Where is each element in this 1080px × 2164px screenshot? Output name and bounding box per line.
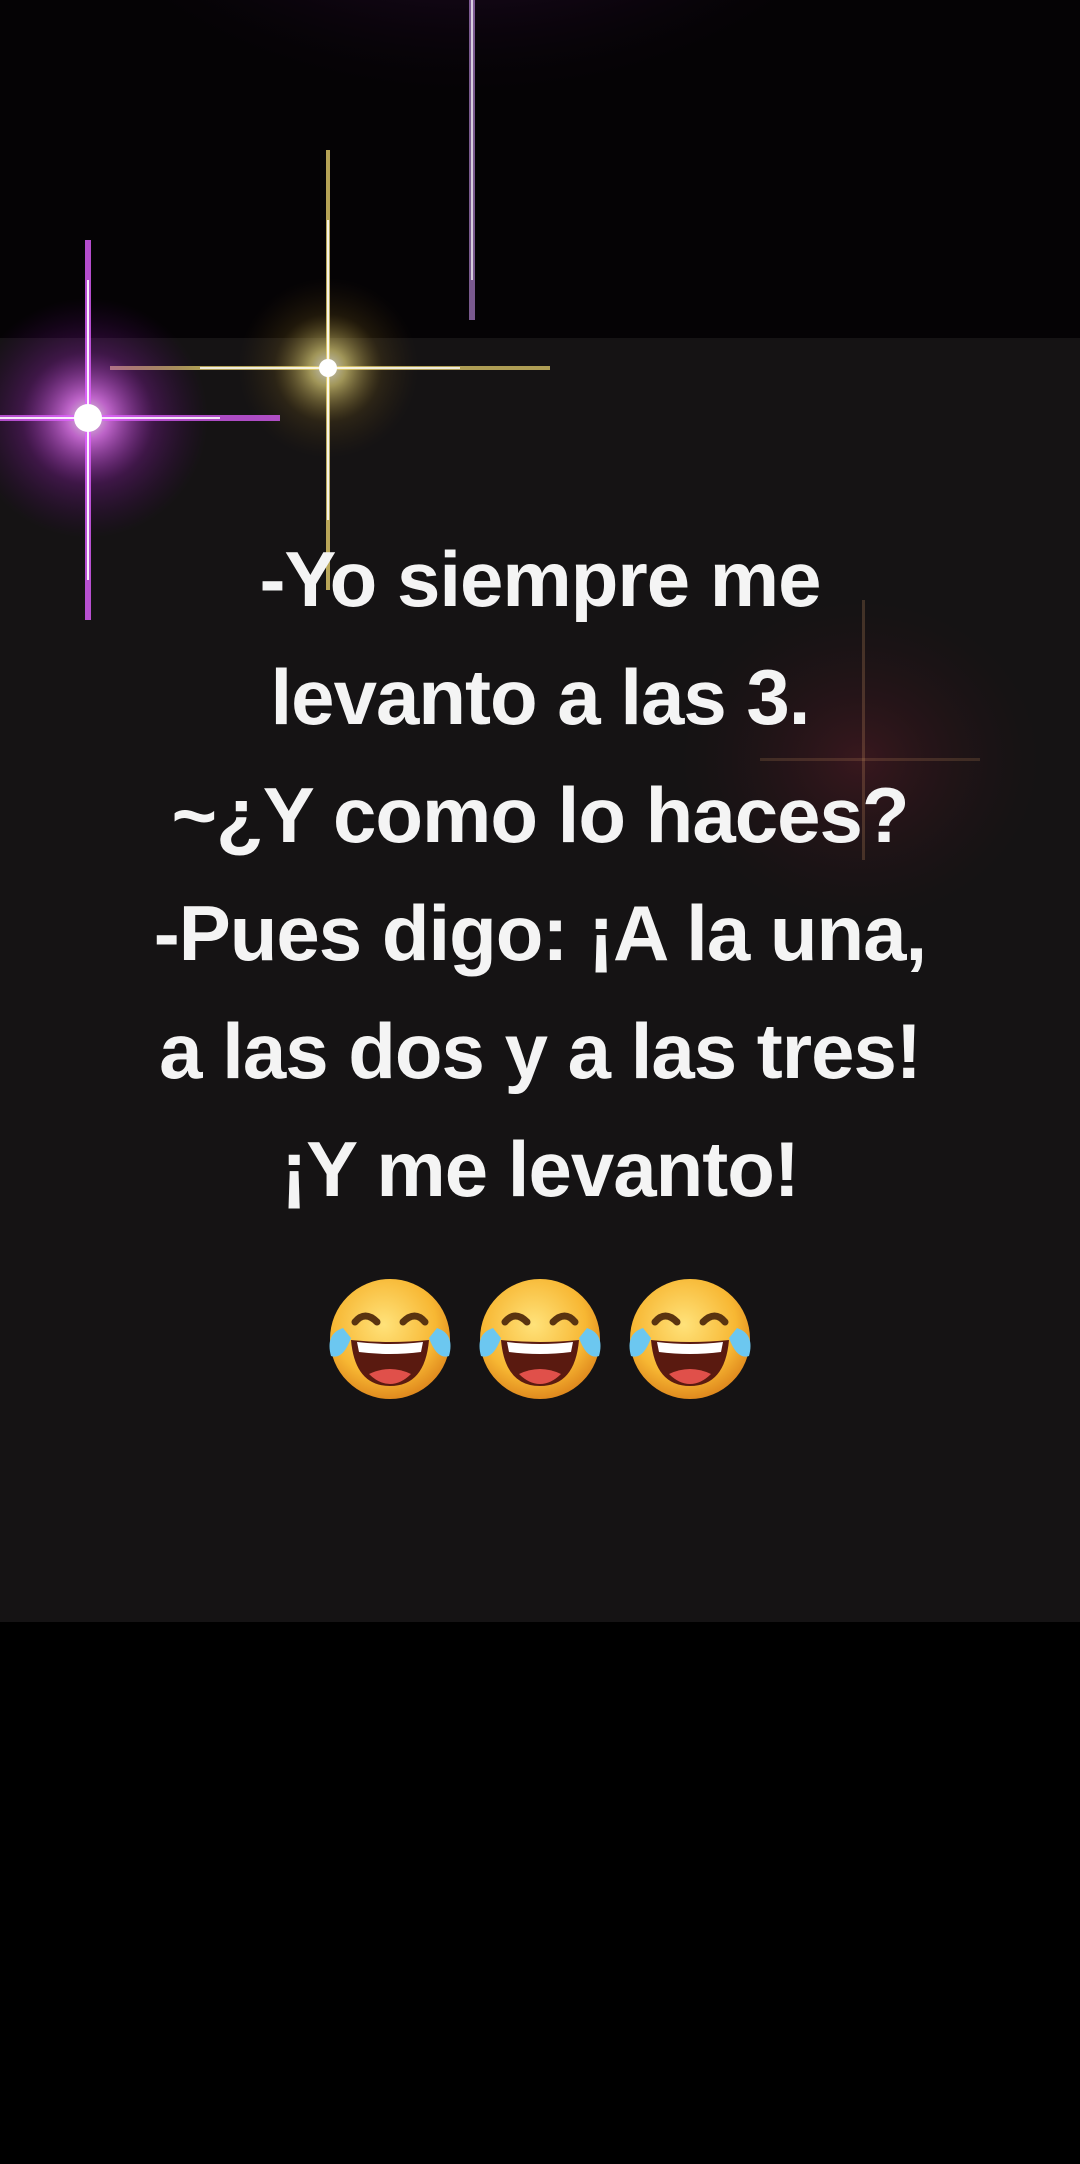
face-with-tears-of-joy-icon (629, 1279, 751, 1399)
caption-line: ¡Y me levanto! (281, 1125, 800, 1213)
caption-line: -Yo siempre me (259, 535, 821, 623)
bottom-black-band (0, 1622, 1080, 2164)
face-with-tears-of-joy-icon (329, 1279, 451, 1399)
face-with-tears-of-joy-icon (479, 1279, 601, 1399)
emoji-row (0, 1268, 1080, 1406)
meme-image: -Yo siempre me levanto a las 3. ~¿Y como… (0, 0, 1080, 2164)
caption-line: ~¿Y como lo haces? (171, 771, 910, 859)
caption-line: levanto a las 3. (270, 653, 811, 741)
meme-caption: -Yo siempre me levanto a las 3. ~¿Y como… (0, 520, 1080, 1228)
top-dark-band (0, 0, 1080, 340)
caption-line: a las dos y a las tres! (159, 1007, 922, 1095)
caption-line: -Pues digo: ¡A la una, (153, 889, 927, 977)
